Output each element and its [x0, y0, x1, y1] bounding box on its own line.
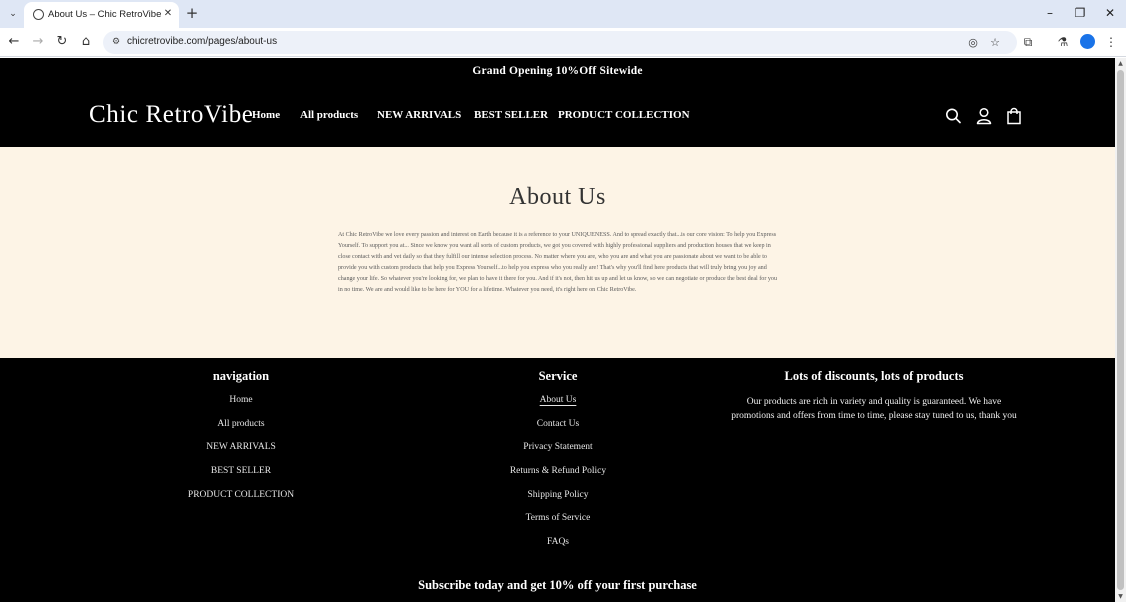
page-scrollbar[interactable]: ▲ ▼	[1115, 58, 1126, 602]
tab-search-dropdown-icon[interactable]: ⌄	[4, 5, 22, 23]
footer-link-shipping-policy[interactable]: Shipping Policy	[458, 490, 658, 500]
search-icon[interactable]	[945, 107, 961, 125]
nav-new-arrivals[interactable]: NEW ARRIVALS	[377, 109, 461, 121]
bookmark-star-icon[interactable]: ☆	[988, 36, 1002, 50]
account-icon[interactable]	[976, 107, 992, 125]
footer-link-home[interactable]: Home	[141, 395, 341, 405]
nav-all-products[interactable]: All products	[300, 109, 358, 121]
labs-icon[interactable]: ⚗	[1055, 34, 1071, 50]
site-header: Grand Opening 10%Off Sitewide Chic Retro…	[0, 58, 1115, 147]
address-bar[interactable]: ⚙ chicretrovibe.com/pages/about-us ◎ ☆	[103, 31, 1017, 54]
browser-toolbar: ← → ↻ ⌂ ⚙ chicretrovibe.com/pages/about-…	[0, 28, 1126, 57]
site-footer: navigation Home All products NEW ARRIVAL…	[0, 358, 1115, 602]
footer-link-new-arrivals[interactable]: NEW ARRIVALS	[141, 442, 341, 452]
announcement-bar[interactable]: Grand Opening 10%Off Sitewide	[0, 65, 1115, 77]
scroll-up-icon[interactable]: ▲	[1117, 60, 1124, 67]
about-text: At Chic RetroVibe we love every passion …	[338, 232, 778, 294]
restore-icon[interactable]: ❐	[1072, 5, 1088, 21]
extensions-icon[interactable]: ⧉	[1020, 34, 1036, 50]
footer-link-terms-of-service[interactable]: Terms of Service	[458, 513, 658, 523]
footer-navigation-heading: navigation	[212, 369, 270, 383]
site-info-icon[interactable]: ⚙	[112, 36, 124, 48]
url-text[interactable]: chicretrovibe.com/pages/about-us	[127, 36, 277, 47]
footer-link-about-us[interactable]: About Us	[458, 395, 658, 405]
tab-close-icon[interactable]: ✕	[161, 7, 175, 21]
tab-title: About Us – Chic RetroVibe	[48, 9, 162, 20]
page-title: About Us	[509, 184, 606, 210]
footer-link-contact-us[interactable]: Contact Us	[458, 419, 658, 429]
page-viewport: Grand Opening 10%Off Sitewide Chic Retro…	[0, 58, 1115, 602]
footer-link-faqs[interactable]: FAQs	[458, 537, 658, 547]
footer-link-returns-refund[interactable]: Returns & Refund Policy	[458, 466, 658, 476]
site-logo[interactable]: Chic RetroVibe	[89, 101, 254, 129]
footer-link-privacy-statement[interactable]: Privacy Statement	[458, 442, 658, 452]
footer-link-product-collection[interactable]: PRODUCT COLLECTION	[141, 490, 341, 500]
tracking-protection-icon[interactable]: ◎	[966, 36, 980, 50]
shopping-bag-icon[interactable]	[1006, 107, 1022, 125]
minimize-icon[interactable]: –	[1042, 5, 1058, 21]
nav-best-seller[interactable]: BEST SELLER	[474, 109, 548, 121]
browser-tab[interactable]: About Us – Chic RetroVibe ✕	[24, 2, 179, 28]
footer-service-heading: Service	[538, 369, 578, 383]
home-icon[interactable]: ⌂	[78, 34, 94, 50]
profile-avatar[interactable]	[1080, 34, 1095, 49]
footer-promo-text: Our products are rich in variety and qua…	[731, 397, 1017, 421]
window-close-icon[interactable]: ✕	[1102, 5, 1118, 21]
about-section: About Us At Chic RetroVibe we love every…	[0, 147, 1115, 358]
scrollbar-thumb[interactable]	[1117, 70, 1124, 590]
footer-link-all-products[interactable]: All products	[141, 419, 341, 429]
menu-kebab-icon[interactable]: ⋮	[1103, 34, 1119, 50]
forward-icon[interactable]: →	[30, 34, 46, 50]
scroll-down-icon[interactable]: ▼	[1117, 593, 1124, 600]
back-icon[interactable]: ←	[6, 34, 22, 50]
globe-icon	[33, 9, 44, 20]
subscribe-heading: Subscribe today and get 10% off your fir…	[418, 578, 697, 592]
browser-tab-strip: ⌄ About Us – Chic RetroVibe ✕ + – ❐ ✕	[0, 0, 1126, 28]
footer-promo-heading: Lots of discounts, lots of products	[784, 369, 964, 383]
nav-home[interactable]: Home	[252, 109, 280, 121]
nav-product-collection[interactable]: PRODUCT COLLECTION	[558, 109, 690, 121]
new-tab-icon[interactable]: +	[184, 5, 200, 21]
reload-icon[interactable]: ↻	[54, 34, 70, 50]
footer-link-best-seller[interactable]: BEST SELLER	[141, 466, 341, 476]
